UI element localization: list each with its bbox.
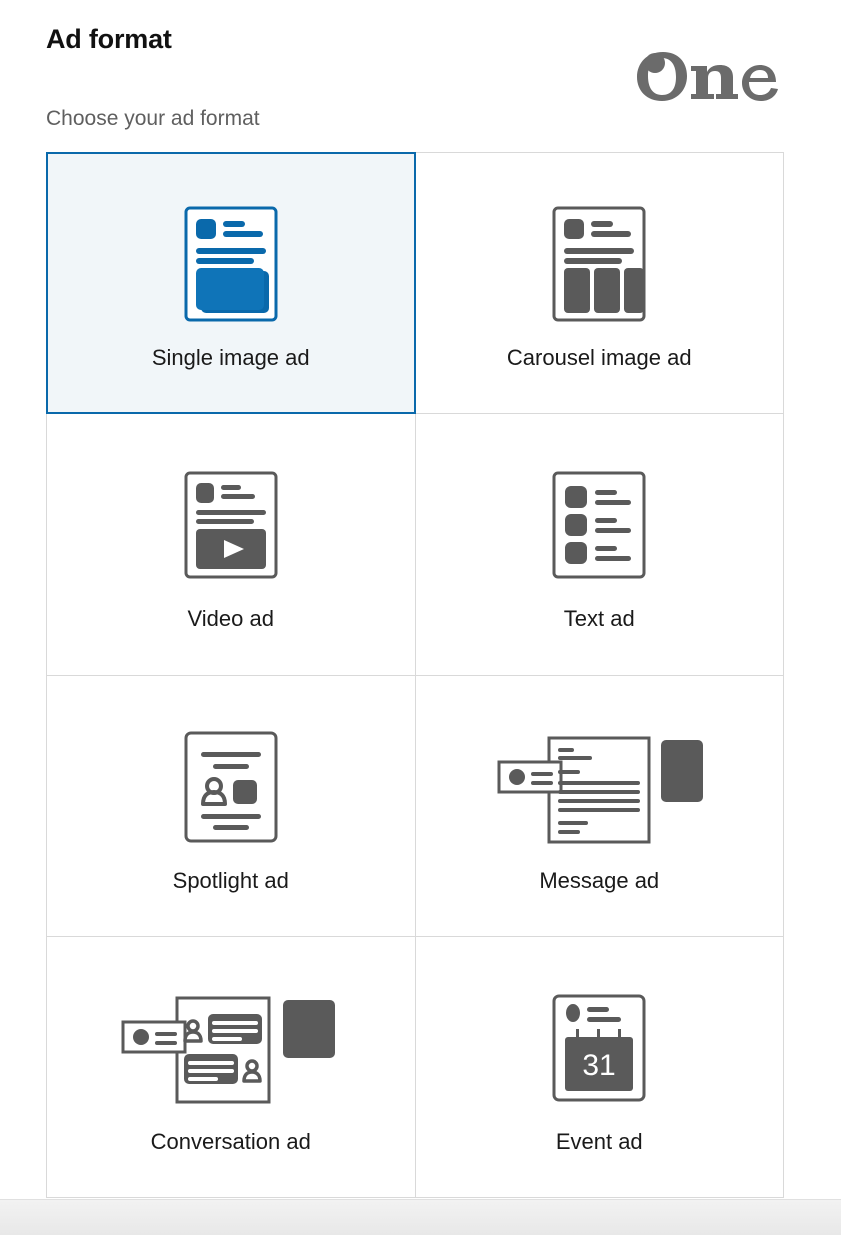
format-card-label: Video ad xyxy=(187,606,274,632)
format-card-video-ad[interactable]: Video ad xyxy=(47,414,415,675)
page-subtitle: Choose your ad format xyxy=(46,107,260,130)
format-card-carousel-image-ad[interactable]: Carousel image ad xyxy=(415,153,783,414)
format-card-label: Spotlight ad xyxy=(172,867,289,893)
format-card-label: Text ad xyxy=(563,606,635,632)
single-image-ad-icon xyxy=(183,194,279,334)
one-logo xyxy=(633,44,783,104)
format-card-label: Message ad xyxy=(539,867,660,893)
spotlight-ad-icon xyxy=(183,717,279,857)
page-header: Ad format Choose your ad format xyxy=(0,0,841,152)
ad-format-page: Ad format Choose your ad format Single i… xyxy=(0,0,841,1235)
message-ad-icon xyxy=(489,717,709,857)
text-ad-icon xyxy=(551,455,647,595)
event-ad-icon: 31 xyxy=(551,978,647,1118)
carousel-image-ad-icon xyxy=(551,194,647,334)
format-card-spotlight-ad[interactable]: Spotlight ad xyxy=(47,675,415,936)
conversation-ad-icon xyxy=(115,978,347,1118)
format-card-label: Event ad xyxy=(555,1128,643,1154)
format-card-label: Carousel image ad xyxy=(506,345,692,371)
format-card-text-ad[interactable]: Text ad xyxy=(415,414,783,675)
footer-strip xyxy=(0,1199,841,1235)
video-ad-icon xyxy=(183,455,279,595)
format-card-label: Single image ad xyxy=(151,345,310,371)
format-card-message-ad[interactable]: Message ad xyxy=(415,675,783,936)
ad-format-grid: Single image ad Carousel image ad Video … xyxy=(46,151,784,1198)
format-card-single-image-ad[interactable]: Single image ad xyxy=(46,151,416,415)
format-card-conversation-ad[interactable]: Conversation ad xyxy=(47,936,415,1197)
format-card-label: Conversation ad xyxy=(150,1128,311,1154)
format-card-event-ad[interactable]: 31 Event ad xyxy=(415,936,783,1197)
event-calendar-day: 31 xyxy=(583,1049,616,1082)
